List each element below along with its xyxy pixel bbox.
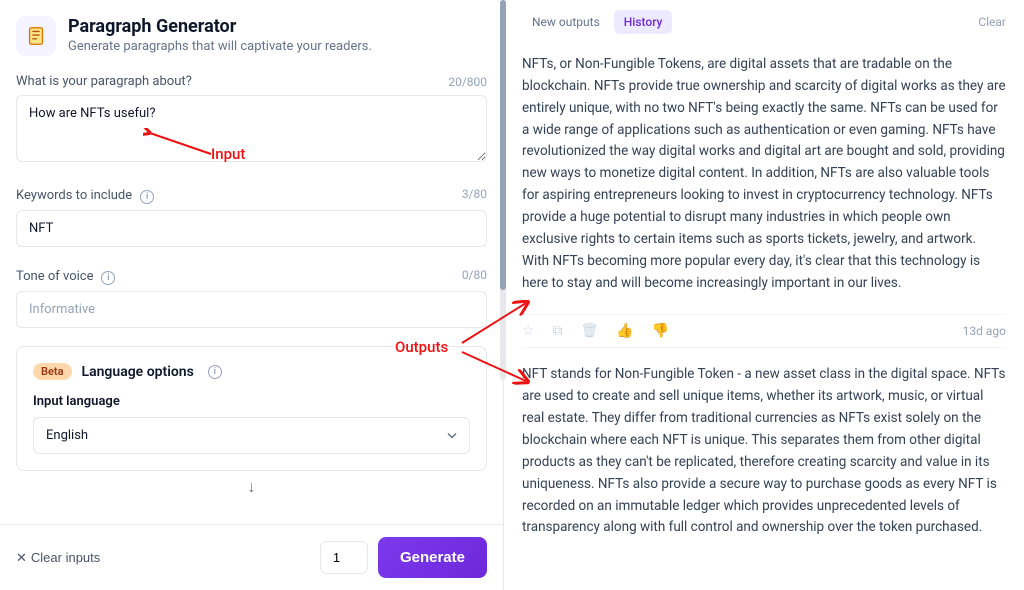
page-subtitle: Generate paragraphs that will captivate …	[68, 39, 372, 54]
output-timestamp: 13d ago	[963, 324, 1006, 338]
form-scroll[interactable]: Paragraph Generator Generate paragraphs …	[0, 0, 503, 524]
output-panel: New outputs History Clear NFTs, or Non-F…	[504, 0, 1024, 590]
clear-outputs-button[interactable]: Clear	[978, 15, 1006, 29]
keywords-field: Keywords to include i 3/80	[16, 184, 487, 247]
tab-new-outputs[interactable]: New outputs	[522, 10, 610, 34]
beta-badge: Beta	[33, 363, 72, 380]
tone-label: Tone of voice	[16, 269, 93, 284]
input-language-label: Input language	[33, 394, 470, 409]
info-icon[interactable]: i	[208, 365, 222, 379]
topic-field: What is your paragraph about? 20/800	[16, 74, 487, 166]
form-panel: Paragraph Generator Generate paragraphs …	[0, 0, 504, 590]
output-header: New outputs History Clear	[504, 0, 1024, 44]
scroll-down-indicator: ↓	[16, 471, 487, 499]
output-count-stepper[interactable]	[320, 541, 368, 574]
app-icon	[16, 16, 56, 56]
info-icon[interactable]: i	[101, 271, 115, 285]
keywords-input[interactable]	[16, 210, 487, 247]
keywords-label: Keywords to include	[16, 188, 132, 203]
topic-label: What is your paragraph about?	[16, 74, 192, 89]
outputs-scroll[interactable]: NFTs, or Non-Fungible Tokens, are digita…	[504, 44, 1024, 590]
tone-field: Tone of voice i 0/80	[16, 265, 487, 328]
scrollbar-thumb[interactable]	[500, 0, 506, 290]
clear-inputs-button[interactable]: ✕ Clear inputs	[16, 550, 100, 566]
topic-input[interactable]	[16, 95, 487, 162]
thumbs-down-icon[interactable]: 👎	[652, 323, 669, 339]
copy-icon[interactable]: ⧉	[553, 323, 563, 339]
output-text[interactable]: NFT stands for Non-Fungible Token - a ne…	[522, 354, 1006, 553]
tone-input[interactable]	[16, 291, 487, 328]
star-icon[interactable]: ☆	[522, 323, 535, 339]
language-options-title: Language options	[82, 364, 194, 380]
output-meta-row: ☆ ⧉ 🗑 👍 👎 13d ago	[522, 314, 1006, 348]
clear-inputs-label: Clear inputs	[31, 550, 100, 565]
info-icon[interactable]: i	[140, 190, 154, 204]
tone-count: 0/80	[462, 268, 487, 282]
close-icon: ✕	[16, 550, 27, 566]
thumbs-up-icon[interactable]: 👍	[616, 323, 633, 339]
language-options-box: Beta Language options i Input language E…	[16, 346, 487, 471]
scrollbar[interactable]	[500, 0, 506, 380]
generate-button[interactable]: Generate	[378, 537, 487, 578]
page-title: Paragraph Generator	[68, 16, 372, 37]
keywords-count: 3/80	[462, 187, 487, 201]
page-header: Paragraph Generator Generate paragraphs …	[16, 16, 487, 56]
tab-history[interactable]: History	[614, 10, 673, 34]
topic-count: 20/800	[448, 75, 487, 89]
form-footer: ✕ Clear inputs Generate	[0, 524, 503, 590]
trash-icon[interactable]: 🗑	[581, 323, 599, 339]
output-text[interactable]: NFTs, or Non-Fungible Tokens, are digita…	[522, 44, 1006, 308]
input-language-select[interactable]: English	[33, 417, 470, 454]
